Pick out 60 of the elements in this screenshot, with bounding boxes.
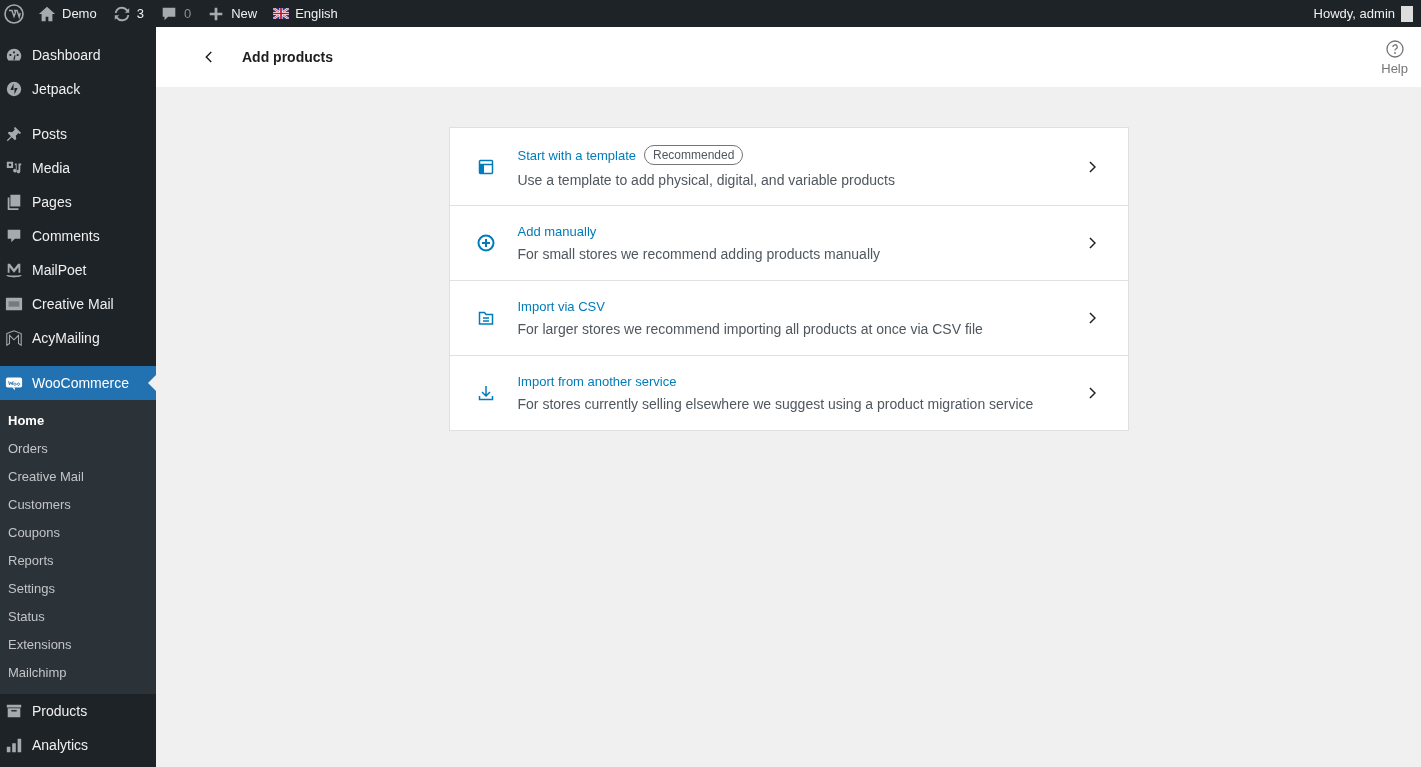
chevron-right-icon xyxy=(1088,237,1096,249)
menu-item[interactable]: Posts xyxy=(0,117,156,151)
wordpress-logo-icon xyxy=(4,3,24,24)
home-icon xyxy=(38,4,56,23)
bar-chart-icon xyxy=(5,736,23,754)
comments-link[interactable]: 0 xyxy=(151,0,200,27)
option-title: Import from another service xyxy=(517,374,677,389)
menu-item[interactable]: AcyMailing xyxy=(0,321,156,355)
pin-icon xyxy=(5,125,23,143)
option-row[interactable]: Start with a template Recommended Use a template to add physical, digital, and variable products xyxy=(449,128,1128,205)
menu-item[interactable]: MailPoet xyxy=(0,253,156,287)
mailpoet-icon xyxy=(5,261,23,279)
menu-item[interactable]: Products xyxy=(0,694,156,728)
menu-item[interactable]: Dashboard xyxy=(0,38,156,72)
flag-icon xyxy=(273,8,290,19)
menu-item[interactable]: Pages xyxy=(0,185,156,219)
submenu-item[interactable]: Home xyxy=(0,407,156,435)
avatar xyxy=(1401,5,1413,22)
submenu-item[interactable]: Orders xyxy=(0,435,156,463)
option-title: Add manually xyxy=(517,224,597,239)
site-link[interactable]: Demo xyxy=(30,0,105,27)
plus-circle-icon xyxy=(475,233,496,253)
archive-box-icon xyxy=(5,702,23,720)
option-row[interactable]: Import via CSV For larger stores we recommend importing all products at once via CSV file xyxy=(449,280,1128,355)
option-row[interactable]: Import from another service For stores currently selling elsewhere we suggest using a product migration service xyxy=(449,355,1128,430)
option-title: Start with a template xyxy=(517,147,636,163)
submenu-item[interactable]: Customers xyxy=(0,491,156,519)
menu-item[interactable]: Comments xyxy=(0,219,156,253)
option-row[interactable]: Add manually For small stores we recommend adding products manually xyxy=(449,205,1128,280)
refresh-icon xyxy=(112,4,131,23)
chevron-right-icon xyxy=(1088,387,1096,399)
submenu-item[interactable]: Status xyxy=(0,603,156,631)
submenu-item[interactable]: Extensions xyxy=(0,631,156,659)
language-link[interactable]: English xyxy=(265,0,346,27)
help-button[interactable]: Help xyxy=(1381,38,1408,76)
menu-item[interactable]: Creative Mail xyxy=(0,287,156,321)
submenu-item[interactable]: Mailchimp xyxy=(0,659,156,687)
submenu-item[interactable]: Settings xyxy=(0,575,156,603)
option-description: For stores currently selling elsewhere we suggest using a product migration service xyxy=(517,396,1035,412)
option-description: For larger stores we recommend importing all products at once via CSV file xyxy=(517,321,984,337)
menu-item[interactable]: Analytics xyxy=(0,728,156,762)
option-description: Use a template to add physical, digital, and variable products xyxy=(517,172,896,188)
page-title: Add products xyxy=(242,49,333,65)
menu-item[interactable]: Media xyxy=(0,151,156,185)
help-icon xyxy=(1384,38,1405,59)
chevron-right-icon xyxy=(1088,312,1096,324)
submenu-item[interactable]: Creative Mail xyxy=(0,463,156,491)
updates-link[interactable]: 3 xyxy=(104,0,152,27)
menu-item[interactable]: Jetpack xyxy=(0,72,156,106)
account-link[interactable]: Howdy, admin xyxy=(1305,0,1421,27)
pages-icon xyxy=(5,193,23,211)
option-description: For small stores we recommend adding products manually xyxy=(517,246,882,262)
submenu-item[interactable]: Reports xyxy=(0,547,156,575)
new-link[interactable]: New xyxy=(199,0,266,27)
option-title: Import via CSV xyxy=(517,299,605,314)
jetpack-icon xyxy=(5,80,23,98)
submenu-item[interactable]: Coupons xyxy=(0,519,156,547)
menu-item[interactable]: WooCommerce xyxy=(0,366,156,400)
comment-icon xyxy=(5,227,23,245)
chevron-right-icon xyxy=(1088,160,1096,173)
